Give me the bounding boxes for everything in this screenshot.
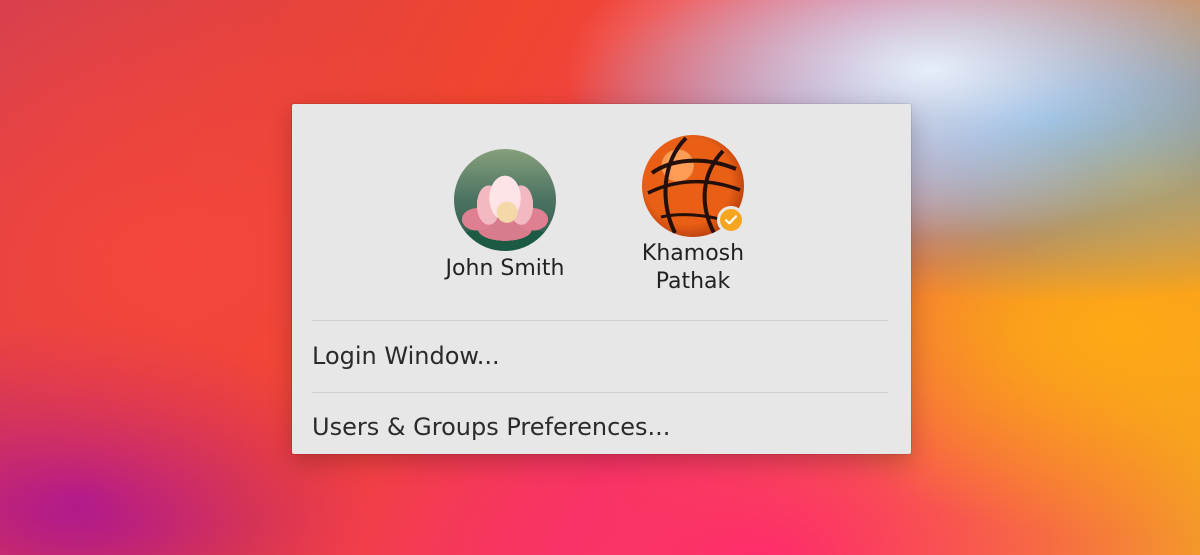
user-name: Khamosh Pathak — [641, 241, 745, 294]
lotus-avatar-icon[interactable] — [454, 149, 556, 251]
checkmark-icon — [717, 206, 745, 234]
user-name: John Smith — [445, 256, 565, 281]
user-john-smith[interactable]: John Smith — [438, 255, 572, 283]
menu-separator — [312, 392, 888, 393]
users-groups-preferences-menu-item[interactable]: Users & Groups Preferences... — [312, 412, 670, 442]
user-khamosh-pathak[interactable]: Khamosh Pathak — [628, 240, 758, 296]
login-window-menu-item[interactable]: Login Window... — [312, 341, 500, 371]
fast-user-switching-menu: John Smith Khamosh Pathak Login Window..… — [292, 104, 911, 454]
menu-separator — [312, 320, 888, 321]
